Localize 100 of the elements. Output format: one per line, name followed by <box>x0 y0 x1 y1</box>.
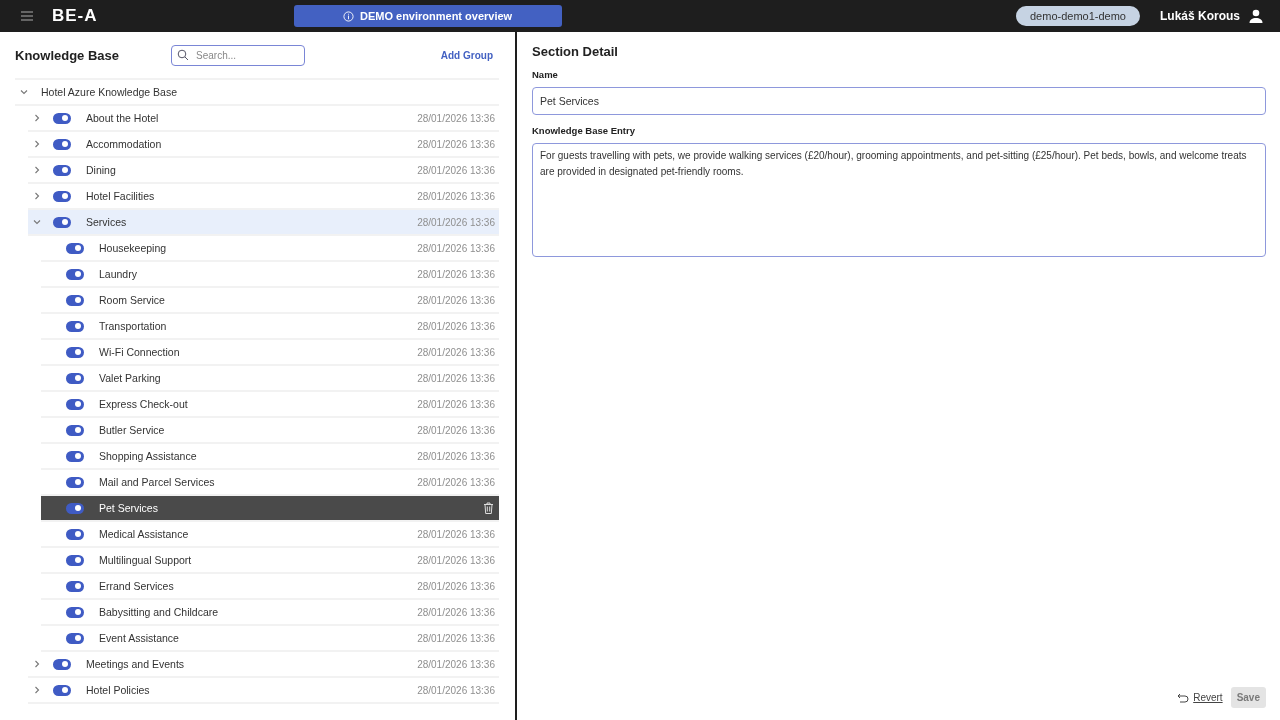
menu-icon[interactable] <box>20 10 34 22</box>
tree-row[interactable]: Room Service 28/01/2026 13:36 <box>41 288 499 314</box>
toggle-switch[interactable] <box>53 164 71 176</box>
chevron-icon[interactable] <box>32 659 42 669</box>
toggle-switch[interactable] <box>66 476 84 488</box>
item-label: Multilingual Support <box>99 554 192 566</box>
toggle-switch[interactable] <box>66 502 84 514</box>
toggle-switch[interactable] <box>53 216 71 228</box>
tree-row[interactable]: Valet Parking 28/01/2026 13:36 <box>41 366 499 392</box>
trash-icon[interactable] <box>483 502 494 514</box>
timestamp: 28/01/2026 13:36 <box>417 450 495 462</box>
tree-row[interactable]: Wi-Fi Connection 28/01/2026 13:36 <box>41 340 499 366</box>
section-title: Section Detail <box>532 44 619 59</box>
item-label: Hotel Azure Knowledge Base <box>41 86 177 98</box>
user-icon[interactable] <box>1248 8 1264 24</box>
toggle-switch[interactable] <box>66 346 84 358</box>
item-label: About the Hotel <box>86 112 159 124</box>
toggle-switch[interactable] <box>66 320 84 332</box>
item-label: Hotel Policies <box>86 684 150 696</box>
banner-text: DEMO environment overview <box>359 10 513 22</box>
timestamp: 28/01/2026 13:36 <box>417 476 495 488</box>
tree-row[interactable]: Medical Assistance 28/01/2026 13:36 <box>41 522 499 548</box>
tenant-badge[interactable]: demo-demo1-demo <box>1016 6 1140 26</box>
tree-row[interactable]: Laundry 28/01/2026 13:36 <box>41 262 499 288</box>
toggle-switch[interactable] <box>66 606 84 618</box>
timestamp: 28/01/2026 13:36 <box>417 216 495 228</box>
field-label: Name <box>532 69 559 80</box>
toggle-switch[interactable] <box>53 112 71 124</box>
tree-row[interactable]: Hotel Policies 28/01/2026 13:36 <box>28 678 499 704</box>
toggle-switch[interactable] <box>66 554 84 566</box>
tree-row[interactable]: Pet Services <box>41 496 499 522</box>
item-label: Pet Services <box>99 502 158 514</box>
chevron-icon[interactable] <box>32 217 42 227</box>
toggle-switch[interactable] <box>53 138 71 150</box>
tree-row[interactable]: Dining 28/01/2026 13:36 <box>28 158 499 184</box>
tree-row[interactable]: Event Assistance 28/01/2026 13:36 <box>41 626 499 652</box>
toggle-switch[interactable] <box>66 268 84 280</box>
toggle-switch[interactable] <box>66 242 84 254</box>
toggle-switch[interactable] <box>66 632 84 644</box>
item-label: Valet Parking <box>99 372 161 384</box>
toggle-switch[interactable] <box>53 684 71 696</box>
timestamp: 28/01/2026 13:36 <box>417 138 495 150</box>
chevron-icon[interactable] <box>32 165 42 175</box>
item-label: Accommodation <box>86 138 162 150</box>
timestamp: 28/01/2026 13:36 <box>417 268 495 280</box>
tree-row[interactable]: Butler Service 28/01/2026 13:36 <box>41 418 499 444</box>
item-label: Meetings and Events <box>86 658 185 670</box>
item-label: Mail and Parcel Services <box>99 476 215 488</box>
tree-row[interactable]: Shopping Assistance 28/01/2026 13:36 <box>41 444 499 470</box>
entry-field[interactable]: For guests travelling with pets, we provide walking services (£20/hour), grooming appointments, and pet-sitting (£25/hour). Pet beds, bowls, and welcome treats are provided in designated pet-friendly rooms. <box>532 143 1266 257</box>
timestamp: 28/01/2026 13:36 <box>417 684 495 696</box>
toggle-switch[interactable] <box>53 190 71 202</box>
tree-row[interactable]: Hotel Azure Knowledge Base <box>15 80 499 106</box>
panel-title: Knowledge Base <box>15 47 120 63</box>
tree-row[interactable]: Transportation 28/01/2026 13:36 <box>41 314 499 340</box>
tree-row[interactable]: Housekeeping 28/01/2026 13:36 <box>41 236 499 262</box>
chevron-icon[interactable] <box>32 685 42 695</box>
tree-row[interactable]: Express Check-out 28/01/2026 13:36 <box>41 392 499 418</box>
revert-button[interactable]: Revert <box>1177 692 1223 703</box>
tree-row[interactable]: Errand Services 28/01/2026 13:36 <box>41 574 499 600</box>
item-label: Laundry <box>99 268 137 280</box>
add-group-button[interactable]: Add Group <box>440 49 493 61</box>
timestamp: 28/01/2026 13:36 <box>417 658 495 670</box>
item-label: Wi-Fi Connection <box>99 346 180 358</box>
item-label: Housekeeping <box>99 242 167 254</box>
tree-row[interactable]: Multilingual Support 28/01/2026 13:36 <box>41 548 499 574</box>
search-icon <box>177 48 190 61</box>
item-label: Medical Assistance <box>99 528 189 540</box>
toggle-switch[interactable] <box>66 450 84 462</box>
toggle-switch[interactable] <box>66 424 84 436</box>
search-field[interactable]: Search... <box>171 44 306 66</box>
toggle-switch[interactable] <box>66 580 84 592</box>
toggle-switch[interactable] <box>66 372 84 384</box>
tree-row[interactable]: Accommodation 28/01/2026 13:36 <box>28 132 499 158</box>
timestamp: 28/01/2026 13:36 <box>417 632 495 644</box>
chevron-icon[interactable] <box>19 87 29 97</box>
item-label: Babysitting and Childcare <box>99 606 219 618</box>
tree-row[interactable]: Babysitting and Childcare 28/01/2026 13:36 <box>41 600 499 626</box>
user-name[interactable]: Lukáš Korous <box>1160 9 1240 23</box>
toggle-switch[interactable] <box>66 398 84 410</box>
chevron-icon[interactable] <box>32 191 42 201</box>
tree-row[interactable]: Meetings and Events 28/01/2026 13:36 <box>28 652 499 678</box>
tree-row[interactable]: Services 28/01/2026 13:36 <box>28 210 499 236</box>
timestamp: 28/01/2026 13:36 <box>417 528 495 540</box>
timestamp: 28/01/2026 13:36 <box>417 580 495 592</box>
tree-row[interactable]: About the Hotel 28/01/2026 13:36 <box>28 106 499 132</box>
timestamp: 28/01/2026 13:36 <box>417 164 495 176</box>
chevron-icon[interactable] <box>32 113 42 123</box>
item-label: Event Assistance <box>99 632 179 644</box>
toggle-switch[interactable] <box>66 528 84 540</box>
timestamp: 28/01/2026 13:36 <box>417 190 495 202</box>
timestamp: 28/01/2026 13:36 <box>417 346 495 358</box>
toggle-switch[interactable] <box>53 658 71 670</box>
timestamp: 28/01/2026 13:36 <box>417 606 495 618</box>
item-label: Hotel Facilities <box>86 190 155 202</box>
item-label: Errand Services <box>99 580 174 592</box>
logo: BE-A <box>52 6 98 26</box>
name-field[interactable]: Pet Services <box>532 87 1266 115</box>
chevron-icon[interactable] <box>32 139 42 149</box>
toggle-switch[interactable] <box>66 294 84 306</box>
